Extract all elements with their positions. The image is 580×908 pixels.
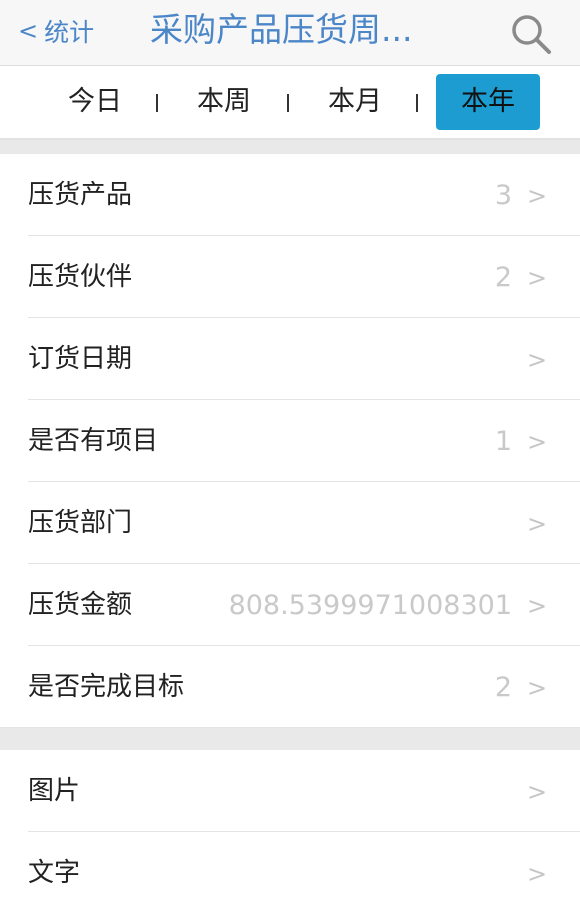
list-item-stock-department[interactable]: 压货部门 > xyxy=(0,482,580,564)
list-item-value: 808.5399971008301 xyxy=(228,590,512,621)
tab-divider xyxy=(416,94,418,112)
list-item-has-project[interactable]: 是否有项目 1 > xyxy=(0,400,580,482)
list-item-value: 1 xyxy=(494,426,512,457)
search-icon xyxy=(512,15,551,54)
back-label: 统计 xyxy=(44,18,95,47)
chevron-right-icon: > xyxy=(527,182,548,210)
tab-divider xyxy=(287,94,289,112)
list-item-value: 3 xyxy=(494,180,512,211)
list-item-label: 压货部门 xyxy=(28,508,133,538)
tab-this-week[interactable]: 本周 xyxy=(188,74,260,130)
chevron-right-icon: > xyxy=(527,860,548,888)
chevron-right-icon: > xyxy=(527,428,548,456)
list-item-label: 是否完成目标 xyxy=(28,672,185,702)
list-item-label: 文字 xyxy=(28,858,81,888)
tab-this-year[interactable]: 本年 xyxy=(436,74,540,130)
list-item-stock-products[interactable]: 压货产品 3 > xyxy=(0,154,580,236)
list-item-label: 图片 xyxy=(28,776,81,806)
chevron-right-icon: > xyxy=(527,264,548,292)
tab-today[interactable]: 今日 xyxy=(60,74,130,130)
section-gap xyxy=(0,140,580,154)
list-item-stock-amount[interactable]: 压货金额 808.5399971008301 > xyxy=(0,564,580,646)
list-item-label: 订货日期 xyxy=(28,344,133,374)
list-item-value: 2 xyxy=(494,262,512,293)
list-item-target-completed[interactable]: 是否完成目标 2 > xyxy=(0,646,580,728)
list-item-images[interactable]: 图片 > xyxy=(0,750,580,832)
back-button[interactable]: < 统计 xyxy=(18,14,94,48)
chevron-right-icon: > xyxy=(527,510,548,538)
chevron-right-icon: > xyxy=(527,346,548,374)
list-item-label: 是否有项目 xyxy=(28,426,159,456)
list-item-value: 2 xyxy=(494,672,512,703)
back-chevron-icon: < xyxy=(18,17,39,45)
list-item-label: 压货伙伴 xyxy=(28,262,133,292)
search-button[interactable] xyxy=(507,10,555,58)
list-item-label: 压货产品 xyxy=(28,180,133,210)
list-item-order-date[interactable]: 订货日期 > xyxy=(0,318,580,400)
chevron-right-icon: > xyxy=(527,592,548,620)
tab-this-month[interactable]: 本月 xyxy=(320,74,390,130)
list-item-stock-partners[interactable]: 压货伙伴 2 > xyxy=(0,236,580,318)
section-gap xyxy=(0,728,580,750)
tab-divider xyxy=(156,94,158,112)
chevron-right-icon: > xyxy=(527,674,548,702)
chevron-right-icon: > xyxy=(527,778,548,806)
top-bar: < 统计 采购产品压货周... xyxy=(0,0,580,66)
list-item-label: 压货金额 xyxy=(28,590,133,620)
page-title: 采购产品压货周... xyxy=(150,10,413,49)
period-tabs: 今日 本周 本月 本年 xyxy=(0,66,580,140)
list-item-text[interactable]: 文字 > xyxy=(0,832,580,908)
